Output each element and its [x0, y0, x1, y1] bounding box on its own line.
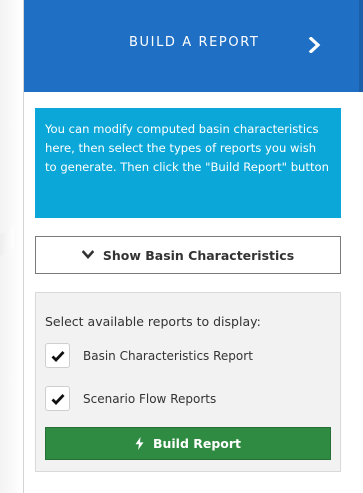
scenario-flow-reports-option[interactable]: Scenario Flow Reports: [45, 386, 216, 411]
reports-section: Select available reports to display: Bas…: [35, 292, 341, 472]
instructions-text: You can modify computed basin characteri…: [45, 122, 329, 174]
report-panel: BUILD A REPORT You can modify computed b…: [23, 0, 363, 493]
reports-label: Select available reports to display:: [45, 314, 261, 329]
scenario-flow-reports-checkbox[interactable]: [45, 386, 70, 411]
build-report-label: Build Report: [152, 436, 242, 451]
checkmark-icon: [51, 350, 65, 362]
show-basin-characteristics-button[interactable]: Show Basin Characteristics: [35, 236, 341, 274]
basin-characteristics-report-option[interactable]: Basin Characteristics Report: [45, 343, 253, 368]
basin-characteristics-report-label: Basin Characteristics Report: [83, 348, 253, 363]
checkmark-icon: [51, 393, 65, 405]
report-builder-view: BUILD A REPORT You can modify computed b…: [0, 0, 363, 493]
header-title: BUILD A REPORT: [129, 35, 260, 50]
build-report-header[interactable]: BUILD A REPORT: [24, 0, 363, 92]
chevron-right-icon[interactable]: [308, 37, 322, 53]
scenario-flow-reports-label: Scenario Flow Reports: [83, 391, 217, 406]
instructions-box: You can modify computed basin characteri…: [35, 108, 341, 218]
show-basin-characteristics-label: Show Basin Characteristics: [102, 247, 295, 263]
bolt-icon: [135, 437, 144, 450]
basin-characteristics-report-checkbox[interactable]: [45, 343, 70, 368]
build-report-button[interactable]: Build Report: [45, 427, 331, 460]
chevron-down-icon: [81, 250, 94, 259]
